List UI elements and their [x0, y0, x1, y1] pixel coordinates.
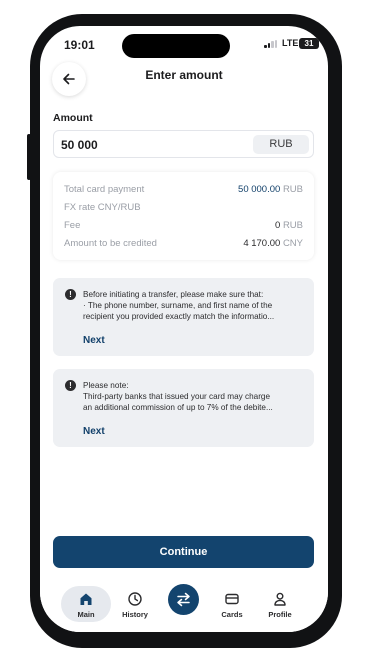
signal-icon	[264, 40, 278, 48]
detail-row-fee: Fee 0 RUB	[64, 220, 303, 233]
tab-history[interactable]: History	[110, 586, 160, 622]
detail-unit: RUB	[282, 184, 303, 195]
status-bar: 19:01 LTE 31	[40, 26, 328, 60]
amount-input[interactable]: 50 000 RUB	[53, 130, 314, 158]
tab-main[interactable]: Main	[61, 586, 111, 622]
detail-amount: 0	[275, 220, 281, 231]
tab-cards[interactable]: Cards	[207, 586, 257, 622]
user-icon	[274, 592, 286, 606]
notice-line: Before initiating a transfer, please mak…	[83, 290, 264, 299]
tab-profile[interactable]: Profile	[255, 586, 305, 622]
page-title: Enter amount	[145, 68, 223, 82]
notice-text: Please note: Third-party banks that issu…	[83, 380, 304, 413]
detail-value: 4 170.00 CNY	[243, 238, 303, 249]
detail-amount: 4 170.00	[243, 238, 281, 249]
transfer-button[interactable]	[168, 584, 199, 615]
dynamic-island	[122, 34, 230, 58]
notice-line: Please note:	[83, 381, 129, 390]
detail-label: Amount to be credited	[64, 238, 157, 249]
currency-selector[interactable]: RUB	[253, 135, 309, 154]
transfer-notice: ! Before initiating a transfer, please m…	[53, 278, 314, 356]
notice-line: recipient you provided exactly match the…	[83, 312, 275, 321]
detail-amount: 50 000.00	[238, 184, 281, 195]
notice-line: · The phone number, surname, and first n…	[83, 301, 273, 310]
home-icon	[80, 593, 92, 605]
payment-details-card: Total card payment 50 000.00 RUB FX rate…	[53, 172, 314, 260]
detail-label: Total card payment	[64, 184, 145, 195]
card-icon	[225, 593, 239, 605]
tab-label: Profile	[268, 610, 292, 619]
detail-row-total: Total card payment 50 000.00 RUB	[64, 184, 303, 197]
tab-label: Main	[77, 610, 95, 619]
notice-text: Before initiating a transfer, please mak…	[83, 289, 304, 322]
tab-label: History	[122, 610, 148, 619]
commission-notice: ! Please note: Third-party banks that is…	[53, 369, 314, 447]
detail-row-credited: Amount to be credited 4 170.00 CNY	[64, 238, 303, 251]
alert-icon: !	[65, 289, 76, 300]
amount-label: Amount	[53, 112, 93, 124]
next-link[interactable]: Next	[83, 426, 105, 437]
detail-unit: CNY	[282, 238, 303, 249]
battery-icon: 31	[299, 38, 319, 49]
bottom-tab-bar: Main History Cards Profile	[40, 578, 328, 632]
continue-button[interactable]: Continue	[53, 536, 314, 568]
status-time: 19:01	[64, 38, 95, 52]
detail-label: Fee	[64, 220, 81, 231]
detail-value: 0 RUB	[275, 220, 303, 231]
detail-row-fx-rate: FX rate CNY/RUB	[64, 202, 303, 215]
app-screen: 19:01 LTE 31 Enter amount Amount 50 000 …	[40, 26, 328, 632]
network-type: LTE	[282, 38, 299, 48]
tab-label: Cards	[221, 610, 243, 619]
amount-value: 50 000	[61, 138, 98, 152]
clock-icon	[128, 592, 142, 606]
notice-line: Third-party banks that issued your card …	[83, 392, 271, 401]
detail-value: 50 000.00 RUB	[238, 184, 303, 195]
notice-line: an additional commission of up to 7% of …	[83, 403, 273, 412]
alert-icon: !	[65, 380, 76, 391]
next-link[interactable]: Next	[83, 335, 105, 346]
detail-label: FX rate CNY/RUB	[64, 202, 141, 213]
transfer-icon	[177, 592, 190, 607]
detail-unit: RUB	[282, 220, 303, 231]
